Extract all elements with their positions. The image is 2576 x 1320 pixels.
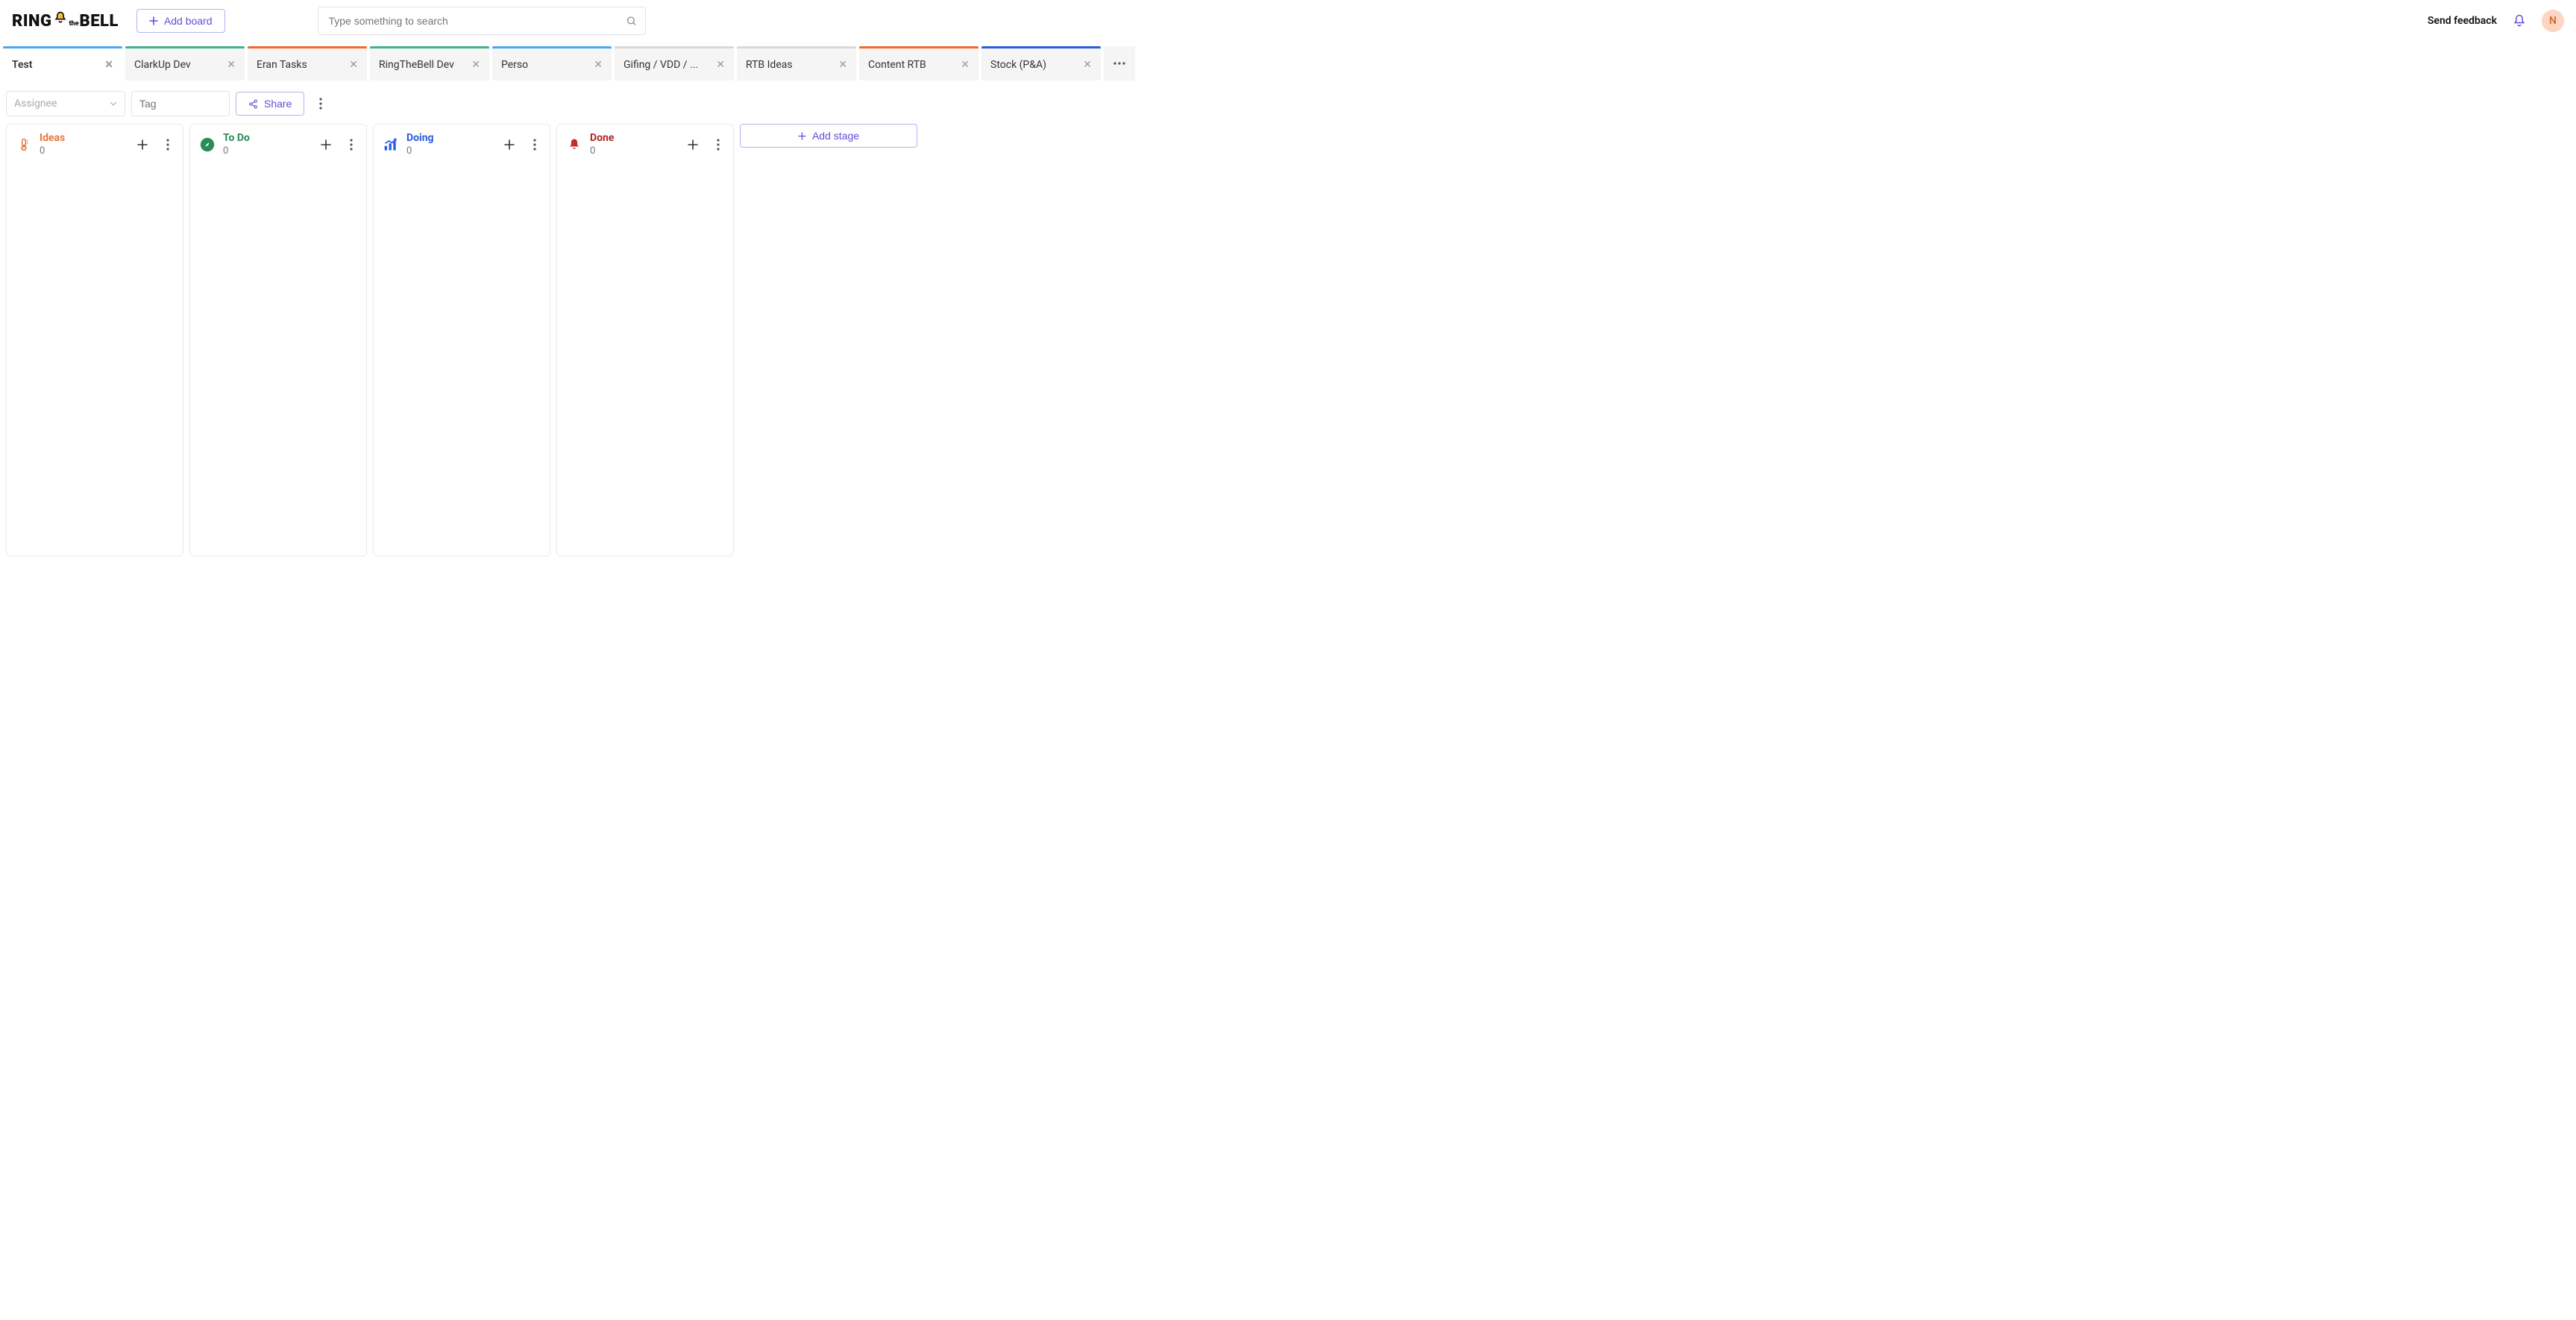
assignee-select[interactable]: Assignee [6, 91, 125, 116]
tab-gifing-vdd[interactable]: Gifing / VDD / ... ✕ [615, 46, 734, 81]
column-title: Doing [406, 132, 491, 144]
tab-stock-pa[interactable]: Stock (P&A) ✕ [981, 46, 1101, 81]
column-doing: Doing 0 [373, 124, 550, 556]
column-todo: To Do 0 [189, 124, 367, 556]
column-title-wrap: Done 0 [590, 132, 675, 157]
column-header: To Do 0 [190, 125, 366, 161]
board-toolbar: Assignee Share [0, 81, 2576, 124]
column-title-wrap: Doing 0 [406, 132, 491, 157]
logo-text-ring: RING [12, 12, 51, 31]
header: RING the BELL Add board Send feedback N [0, 0, 2576, 42]
share-icon [248, 99, 258, 109]
column-count: 0 [590, 145, 675, 157]
close-icon[interactable]: ✕ [838, 59, 847, 71]
bell-icon [53, 10, 68, 25]
tab-rtb-ideas[interactable]: RTB Ideas ✕ [737, 46, 856, 81]
add-stage-button[interactable]: Add stage [740, 124, 917, 148]
search-container [318, 7, 646, 35]
tab-label: Content RTB [868, 59, 926, 71]
tab-label: ClarkUp Dev [134, 59, 191, 71]
compass-icon [199, 136, 216, 153]
chart-up-icon [383, 136, 399, 153]
tab-test[interactable]: Test ✕ [3, 46, 122, 81]
column-title: To Do [223, 132, 308, 144]
add-card-button[interactable] [132, 134, 153, 155]
thermometer-icon [16, 136, 32, 153]
column-more-button[interactable] [160, 139, 175, 151]
column-title-wrap: To Do 0 [223, 132, 308, 157]
add-card-button[interactable] [499, 134, 520, 155]
logo-text-the: the [69, 20, 78, 28]
tab-label: Stock (P&A) [990, 59, 1046, 71]
tab-clarkup-dev[interactable]: ClarkUp Dev ✕ [125, 46, 245, 81]
logo-text-bell: BELL [80, 12, 119, 31]
close-icon[interactable]: ✕ [349, 59, 358, 71]
send-feedback-link[interactable]: Send feedback [2428, 15, 2497, 27]
tab-label: Test [12, 59, 32, 71]
toolbar-more-button[interactable] [310, 92, 331, 116]
column-header: Done 0 [557, 125, 733, 161]
add-card-button[interactable] [315, 134, 336, 155]
share-button[interactable]: Share [236, 92, 304, 116]
column-ideas: Ideas 0 [6, 124, 183, 556]
tag-input[interactable] [131, 91, 230, 116]
add-card-button[interactable] [682, 134, 703, 155]
column-more-button[interactable] [527, 139, 542, 151]
column-title: Done [590, 132, 675, 144]
search-input[interactable] [318, 7, 646, 35]
plus-icon [149, 16, 158, 25]
bell-fill-icon [566, 136, 582, 153]
close-icon[interactable]: ✕ [716, 59, 725, 71]
board-tabs: Test ✕ ClarkUp Dev ✕ Eran Tasks ✕ RingTh… [0, 46, 2576, 81]
avatar-initial: N [2549, 15, 2557, 27]
tab-label: Gifing / VDD / ... [623, 59, 698, 71]
avatar[interactable]: N [2542, 10, 2564, 32]
tab-ringthebell-dev[interactable]: RingTheBell Dev ✕ [370, 46, 489, 81]
plus-icon [798, 132, 806, 140]
close-icon[interactable]: ✕ [104, 59, 113, 71]
tab-content-rtb[interactable]: Content RTB ✕ [859, 46, 978, 81]
tab-label: RingTheBell Dev [379, 59, 454, 71]
column-title-wrap: Ideas 0 [40, 132, 125, 157]
chevron-down-icon [110, 101, 117, 106]
column-more-button[interactable] [711, 139, 726, 151]
column-title: Ideas [40, 132, 125, 144]
column-count: 0 [40, 145, 125, 157]
close-icon[interactable]: ✕ [227, 59, 236, 71]
assignee-placeholder: Assignee [14, 98, 57, 110]
logo[interactable]: RING the BELL [12, 12, 119, 31]
notifications-icon[interactable] [2512, 13, 2527, 28]
column-done: Done 0 [556, 124, 734, 556]
column-header: Ideas 0 [7, 125, 183, 161]
tab-eran-tasks[interactable]: Eran Tasks ✕ [248, 46, 367, 81]
add-board-button[interactable]: Add board [136, 9, 225, 33]
add-stage-label: Add stage [812, 130, 859, 142]
close-icon[interactable]: ✕ [1083, 59, 1092, 71]
close-icon[interactable]: ✕ [471, 59, 480, 71]
tabs-overflow-button[interactable] [1104, 46, 1135, 81]
tab-perso[interactable]: Perso ✕ [492, 46, 612, 81]
share-label: Share [264, 98, 292, 110]
tab-label: Perso [501, 59, 528, 71]
tab-label: Eran Tasks [257, 59, 307, 71]
kanban-board: Ideas 0 To Do 0 [0, 124, 2576, 565]
column-header: Doing 0 [374, 125, 550, 161]
search-icon [626, 16, 637, 27]
add-board-label: Add board [164, 15, 213, 27]
close-icon[interactable]: ✕ [594, 59, 603, 71]
tab-label: RTB Ideas [746, 59, 793, 71]
column-count: 0 [406, 145, 491, 157]
close-icon[interactable]: ✕ [961, 59, 970, 71]
column-more-button[interactable] [344, 139, 359, 151]
header-right: Send feedback N [2428, 10, 2564, 32]
column-count: 0 [223, 145, 308, 157]
